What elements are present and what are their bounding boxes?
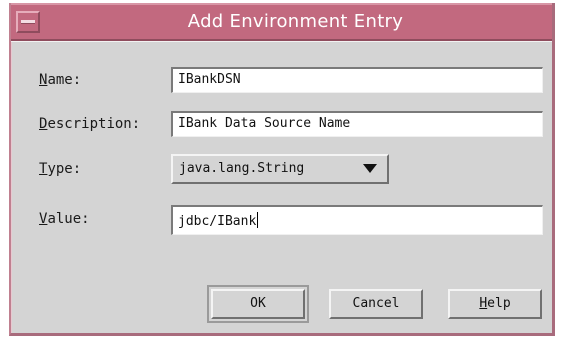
value-field[interactable]: jdbc/IBank: [171, 205, 543, 235]
name-label: Name:: [39, 72, 81, 88]
type-select[interactable]: java.lang.String: [171, 154, 389, 184]
title-bar[interactable]: Add Environment Entry: [11, 3, 552, 41]
description-label: Description:: [39, 116, 140, 132]
value-label: Value:: [39, 211, 90, 227]
name-field[interactable]: IBankDSN: [171, 67, 543, 93]
value-label-text: alue:: [47, 211, 90, 227]
dropdown-arrow-icon: [363, 164, 377, 173]
type-label-text: ype:: [47, 161, 82, 177]
text-caret: [257, 212, 259, 228]
help-label: elp: [487, 296, 511, 311]
help-mnemonic: H: [479, 296, 488, 311]
type-label: Type:: [39, 161, 81, 177]
ok-button[interactable]: OK: [211, 289, 305, 319]
window-menu-icon[interactable]: [16, 11, 40, 33]
type-select-value: java.lang.String: [179, 161, 305, 176]
dialog-body: Name: IBankDSN Description: IBank Data S…: [11, 41, 552, 333]
help-button[interactable]: Help: [448, 289, 542, 319]
add-environment-entry-dialog: Add Environment Entry Name: IBankDSN Des…: [9, 3, 555, 336]
description-field[interactable]: IBank Data Source Name: [171, 111, 543, 137]
description-label-text: escription:: [47, 116, 141, 132]
cancel-button[interactable]: Cancel: [329, 289, 423, 319]
dialog-title: Add Environment Entry: [187, 11, 404, 32]
value-field-text: jdbc/IBank: [178, 214, 257, 229]
window-menu-bar-glyph: [21, 20, 35, 24]
name-label-text: ame:: [47, 72, 82, 88]
